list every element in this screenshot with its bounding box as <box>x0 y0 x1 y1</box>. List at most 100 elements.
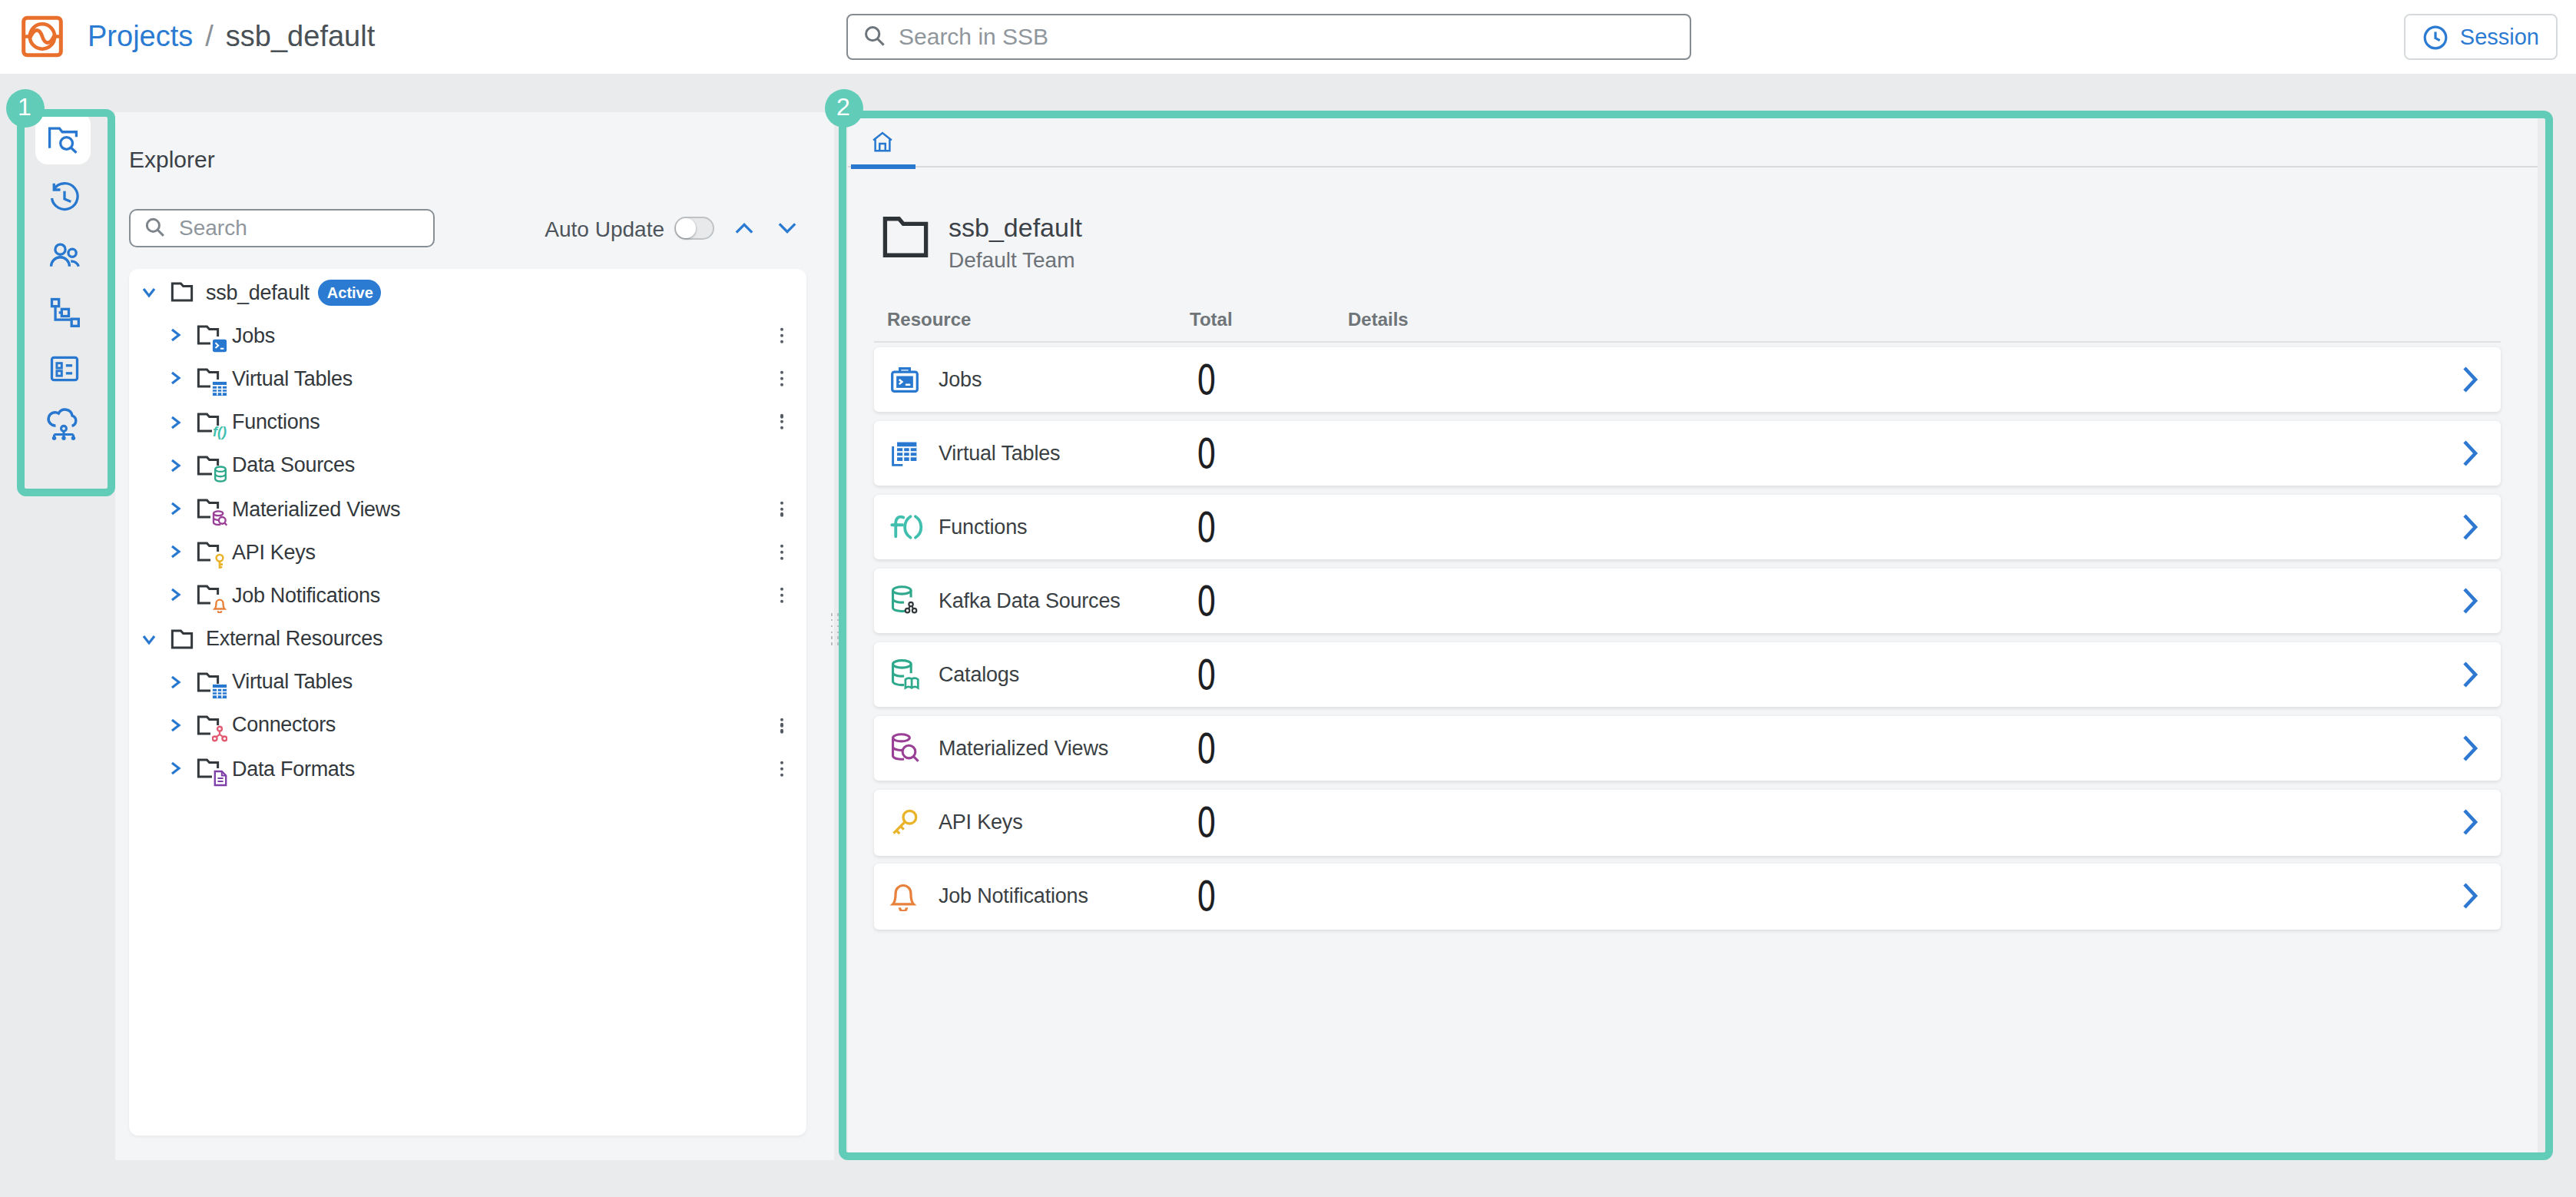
tree-row-external-resources[interactable]: External Resources <box>129 617 806 660</box>
chevron-right-icon[interactable] <box>2460 883 2478 910</box>
kebab-menu-icon[interactable] <box>780 542 785 562</box>
chevron-right-icon[interactable] <box>166 761 184 776</box>
tree-row-ssb_default[interactable]: ssb_default Active <box>129 270 806 313</box>
tree-label: Connectors <box>232 714 336 737</box>
chevron-right-icon[interactable] <box>2460 809 2478 837</box>
tree-row-jobs[interactable]: Jobs <box>129 313 806 356</box>
resource-row-kafka-data-sources[interactable]: Kafka Data Sources 0 <box>874 569 2500 634</box>
resource-row-api-keys[interactable]: API Keys 0 <box>874 790 2500 855</box>
resource-row-label: Jobs <box>939 368 982 391</box>
explorer-search-input[interactable]: Search <box>128 208 434 247</box>
col-resource: Resource <box>887 309 971 330</box>
chevron-right-icon[interactable] <box>2460 439 2478 467</box>
chevron-right-icon[interactable] <box>166 501 184 516</box>
resource-row-virtual-tables[interactable]: Virtual Tables 0 <box>874 420 2500 486</box>
folder-icon <box>171 628 194 649</box>
chevron-right-icon[interactable] <box>166 544 184 559</box>
app-logo-icon[interactable] <box>22 15 63 58</box>
explorer-tree: ssb_default Active Jobs Virtual Tables f… <box>129 269 806 1136</box>
tree-label: ssb_default <box>206 280 310 303</box>
tree-row-virtual-tables[interactable]: Virtual Tables <box>129 357 806 400</box>
users-icon <box>47 237 81 271</box>
resource-row-catalogs[interactable]: Catalogs 0 <box>874 642 2500 708</box>
kebab-menu-icon[interactable] <box>780 585 785 606</box>
session-button[interactable]: Session <box>2405 14 2558 60</box>
tree-label: Data Sources <box>232 454 355 477</box>
resource-row-total: 0 <box>1197 651 1217 698</box>
tree-label: Job Notifications <box>232 584 380 607</box>
kebab-menu-icon[interactable] <box>780 499 785 519</box>
tree-label: Jobs <box>232 324 275 347</box>
chevron-right-icon[interactable] <box>166 328 184 343</box>
functions-folder-icon: f() <box>197 411 220 433</box>
tree-label: External Resources <box>206 627 382 650</box>
rail-item-history[interactable] <box>23 169 104 226</box>
tab-home[interactable] <box>850 116 915 167</box>
rail-item-lineage[interactable] <box>23 283 104 340</box>
tree-row-virtual-tables[interactable]: Virtual Tables <box>129 660 806 703</box>
chevron-right-icon[interactable] <box>166 414 184 429</box>
chevron-right-icon[interactable] <box>166 371 184 386</box>
jobs-icon <box>889 365 920 394</box>
kebab-menu-icon[interactable] <box>780 325 785 346</box>
chevron-right-icon[interactable] <box>2460 734 2478 762</box>
kebab-menu-icon[interactable] <box>780 715 785 736</box>
rail-item-folder-search[interactable] <box>35 112 91 164</box>
kebab-menu-icon[interactable] <box>780 369 785 390</box>
resource-row-jobs[interactable]: Jobs 0 <box>874 346 2500 412</box>
expand-down-icon[interactable] <box>776 221 796 235</box>
history-icon <box>47 181 81 214</box>
kebab-menu-icon[interactable] <box>780 412 785 433</box>
rail-item-users[interactable] <box>23 226 104 283</box>
annotation-badge-2: 2 <box>824 88 863 127</box>
chevron-right-icon[interactable] <box>2460 366 2478 393</box>
resource-row-label: Materialized Views <box>939 737 1108 760</box>
resource-row-materialized-views[interactable]: Materialized Views 0 <box>874 716 2500 781</box>
chevron-down-icon[interactable] <box>140 631 158 646</box>
chevron-right-icon[interactable] <box>166 458 184 473</box>
chevron-down-icon[interactable] <box>140 284 158 300</box>
tree-row-connectors[interactable]: Connectors <box>129 704 806 747</box>
global-search-input[interactable]: Search in SSB <box>846 13 1691 59</box>
session-button-label: Session <box>2460 25 2539 49</box>
tree-row-job-notifications[interactable]: Job Notifications <box>129 574 806 617</box>
col-details: Details <box>1348 309 1409 330</box>
tree-row-api-keys[interactable]: API Keys <box>129 530 806 573</box>
chevron-right-icon[interactable] <box>166 588 184 603</box>
chevron-right-icon[interactable] <box>166 718 184 733</box>
catalogs-icon <box>889 658 920 691</box>
resource-row-total: 0 <box>1197 429 1217 477</box>
tree-row-functions[interactable]: f() Functions <box>129 400 806 443</box>
resource-row-label: Job Notifications <box>939 885 1088 908</box>
auto-update-toggle[interactable] <box>674 217 714 240</box>
tree-row-data-formats[interactable]: Data Formats <box>129 747 806 790</box>
table-header-divider <box>874 341 2500 343</box>
active-tab-underline <box>850 164 915 168</box>
resource-row-functions[interactable]: Functions 0 <box>874 494 2500 559</box>
breadcrumb-projects-link[interactable]: Projects <box>88 20 193 54</box>
search-icon <box>863 25 886 48</box>
resource-row-total: 0 <box>1197 724 1217 772</box>
rail-item-cloud-network[interactable] <box>23 396 104 453</box>
col-total: Total <box>1190 309 1233 330</box>
dashboard-icon <box>47 351 81 385</box>
chevron-right-icon[interactable] <box>2460 661 2478 688</box>
active-badge: Active <box>319 279 382 305</box>
tree-row-data-sources[interactable]: Data Sources <box>129 444 806 487</box>
resource-row-job-notifications[interactable]: Job Notifications 0 <box>874 864 2500 929</box>
collapse-up-icon[interactable] <box>733 221 753 235</box>
chevron-right-icon[interactable] <box>166 675 184 690</box>
kebab-menu-icon[interactable] <box>780 758 785 779</box>
data-sources-folder-icon <box>197 455 220 476</box>
main-subtitle: Default Team <box>949 247 1082 271</box>
panel-resize-handle[interactable] <box>830 613 840 645</box>
tree-row-materialized-views[interactable]: Materialized Views <box>129 487 806 530</box>
api-keys-folder-icon <box>197 541 220 562</box>
left-icon-rail <box>23 112 104 453</box>
chevron-right-icon[interactable] <box>2460 587 2478 615</box>
rail-item-dashboard[interactable] <box>23 340 104 396</box>
resource-row-label: Kafka Data Sources <box>939 589 1121 612</box>
virtual-tables-icon <box>889 439 920 468</box>
breadcrumb-current: ssb_default <box>226 20 375 54</box>
chevron-right-icon[interactable] <box>2460 513 2478 541</box>
